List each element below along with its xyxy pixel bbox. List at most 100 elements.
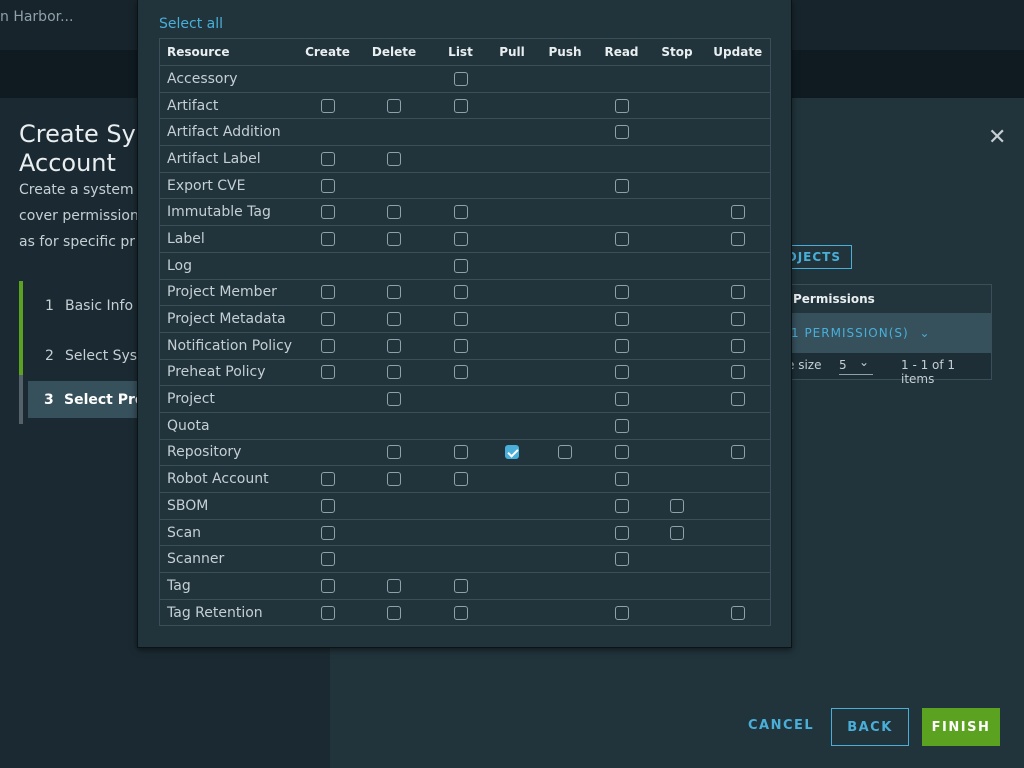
- permission-cell: [648, 492, 706, 520]
- permission-checkbox[interactable]: [387, 312, 401, 327]
- permission-checkbox[interactable]: [453, 71, 468, 86]
- permission-checkbox[interactable]: [320, 472, 335, 487]
- permission-checkbox[interactable]: [614, 312, 629, 327]
- permission-checkbox[interactable]: [387, 365, 401, 380]
- permission-checkbox[interactable]: [320, 605, 335, 620]
- page-size-select[interactable]: 5 ⌄: [839, 355, 873, 375]
- permission-cell: [594, 118, 649, 147]
- permission-checkbox[interactable]: [453, 98, 468, 113]
- permission-cell: [299, 172, 356, 200]
- permission-checkbox[interactable]: [453, 578, 468, 593]
- permission-checkbox[interactable]: [453, 258, 468, 273]
- resource-name: Tag: [159, 572, 300, 600]
- permission-cell: [488, 465, 536, 493]
- permission-checkbox[interactable]: [453, 285, 468, 300]
- permission-checkbox[interactable]: [505, 445, 519, 460]
- permission-checkbox[interactable]: [387, 392, 401, 407]
- permission-checkbox[interactable]: [320, 365, 335, 380]
- permission-checkbox[interactable]: [453, 365, 468, 380]
- permission-cell: [432, 572, 489, 600]
- permission-checkbox[interactable]: [614, 98, 629, 113]
- permission-checkbox[interactable]: [730, 392, 745, 407]
- permission-checkbox[interactable]: [320, 525, 335, 540]
- permission-checkbox[interactable]: [387, 98, 401, 113]
- permission-checkbox[interactable]: [320, 578, 335, 593]
- permission-checkbox[interactable]: [320, 338, 335, 353]
- permission-checkbox[interactable]: [614, 365, 629, 380]
- permission-checkbox[interactable]: [730, 605, 745, 620]
- permission-checkbox[interactable]: [730, 365, 745, 380]
- permissions-dropdown-row[interactable]: 1 PERMISSION(S) ⌄: [761, 313, 991, 353]
- permission-checkbox[interactable]: [730, 338, 745, 353]
- permission-checkbox[interactable]: [320, 178, 335, 193]
- permission-checkbox[interactable]: [614, 231, 629, 246]
- permission-checkbox[interactable]: [387, 445, 401, 460]
- permission-checkbox[interactable]: [614, 552, 629, 567]
- permission-checkbox[interactable]: [387, 205, 401, 220]
- permission-checkbox[interactable]: [614, 445, 629, 460]
- permission-checkbox[interactable]: [614, 392, 629, 407]
- permission-cell: [648, 599, 706, 627]
- permission-cell: [488, 359, 536, 387]
- permission-checkbox[interactable]: [453, 605, 468, 620]
- permission-cell: [535, 545, 595, 574]
- permission-checkbox[interactable]: [453, 338, 468, 353]
- permission-checkbox[interactable]: [387, 338, 401, 353]
- permission-checkbox[interactable]: [320, 312, 335, 327]
- permission-checkbox[interactable]: [320, 498, 335, 513]
- permission-checkbox[interactable]: [387, 472, 401, 487]
- permission-checkbox[interactable]: [670, 525, 684, 540]
- chevron-down-icon[interactable]: ⌄: [920, 326, 931, 340]
- permission-checkbox[interactable]: [558, 445, 572, 460]
- table-row: Quota: [159, 412, 771, 440]
- select-all-link[interactable]: Select all: [159, 16, 223, 32]
- close-icon[interactable]: ✕: [988, 125, 1006, 150]
- permission-checkbox[interactable]: [320, 98, 335, 113]
- permission-checkbox[interactable]: [614, 418, 629, 433]
- permission-checkbox[interactable]: [387, 285, 401, 300]
- permission-checkbox[interactable]: [453, 445, 468, 460]
- column-header: Pull: [488, 38, 536, 66]
- permission-checkbox[interactable]: [320, 552, 335, 567]
- permission-checkbox[interactable]: [453, 205, 468, 220]
- permission-checkbox[interactable]: [730, 285, 745, 300]
- permission-checkbox[interactable]: [614, 338, 629, 353]
- permission-checkbox[interactable]: [387, 578, 401, 593]
- chevron-down-icon[interactable]: ⌄: [859, 355, 869, 369]
- permission-checkbox[interactable]: [453, 231, 468, 246]
- permission-checkbox[interactable]: [453, 312, 468, 327]
- permission-cell: [488, 225, 536, 253]
- permission-cell: [594, 412, 649, 440]
- permission-checkbox[interactable]: [730, 205, 745, 220]
- permission-cell: [535, 492, 595, 520]
- permission-checkbox[interactable]: [320, 285, 335, 300]
- permission-checkbox[interactable]: [614, 125, 629, 140]
- permission-checkbox[interactable]: [387, 231, 401, 246]
- permissions-count[interactable]: 1 PERMISSION(S): [791, 326, 909, 340]
- permission-checkbox[interactable]: [614, 525, 629, 540]
- permission-checkbox[interactable]: [730, 445, 745, 460]
- permission-checkbox[interactable]: [320, 151, 335, 166]
- cancel-button[interactable]: CANCEL: [748, 718, 814, 733]
- permission-checkbox[interactable]: [614, 178, 629, 193]
- permission-checkbox[interactable]: [670, 498, 684, 513]
- permission-checkbox[interactable]: [614, 285, 629, 300]
- permission-checkbox[interactable]: [387, 605, 401, 620]
- step-select-project[interactable]: 3 Select Pro: [19, 375, 148, 424]
- finish-button[interactable]: FINISH: [922, 708, 1000, 746]
- permission-checkbox[interactable]: [614, 472, 629, 487]
- permission-checkbox[interactable]: [730, 312, 745, 327]
- permission-checkbox[interactable]: [453, 472, 468, 487]
- permission-checkbox[interactable]: [614, 605, 629, 620]
- page-size-value[interactable]: 5: [839, 358, 847, 372]
- permission-checkbox[interactable]: [387, 151, 401, 166]
- permission-cell: [535, 519, 595, 547]
- permission-checkbox[interactable]: [730, 231, 745, 246]
- permission-checkbox[interactable]: [614, 498, 629, 513]
- permission-checkbox[interactable]: [320, 205, 335, 220]
- permission-checkbox[interactable]: [320, 231, 335, 246]
- permission-cell: [355, 439, 433, 467]
- permission-cell: [535, 92, 595, 120]
- back-button[interactable]: BACK: [831, 708, 909, 746]
- permission-cell: [299, 118, 356, 147]
